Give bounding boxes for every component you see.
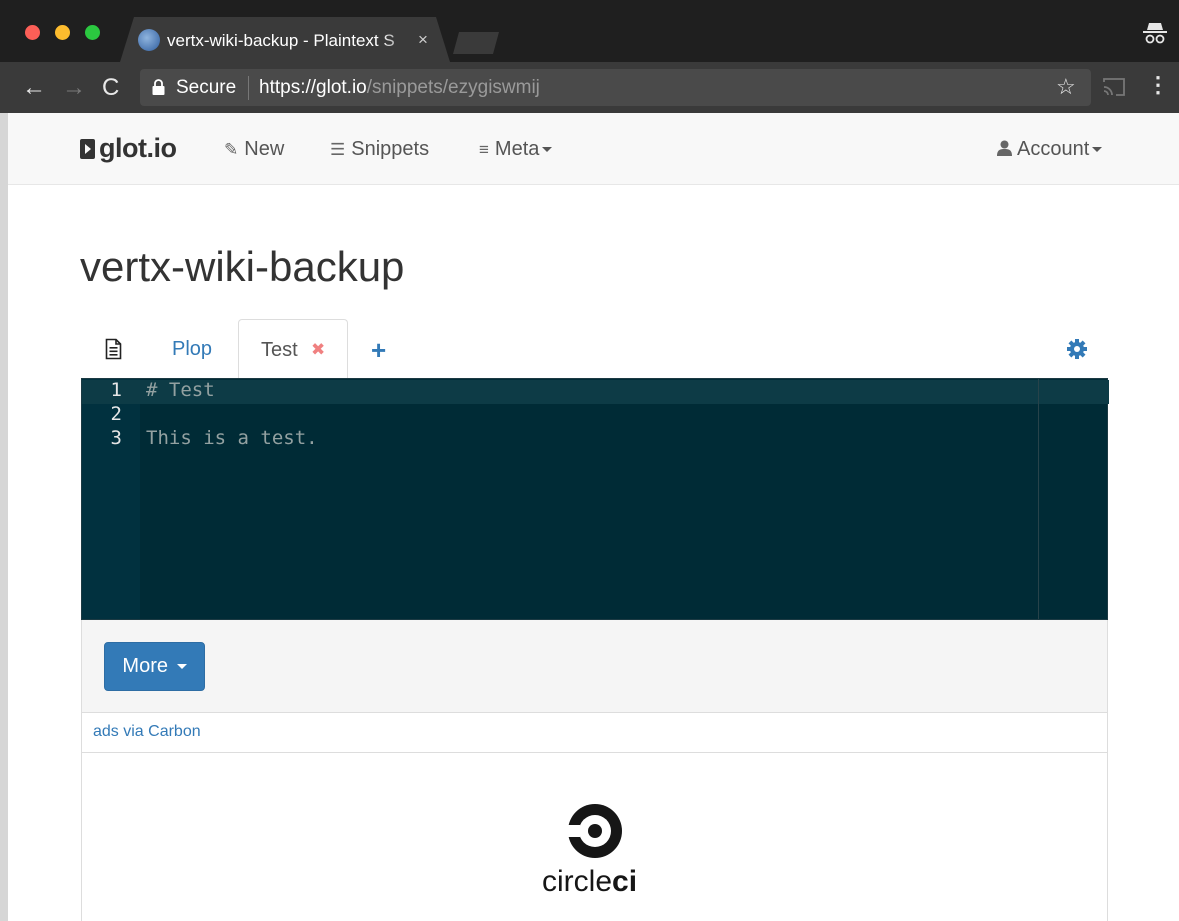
nav-account-dropdown[interactable]: Account (997, 138, 1103, 161)
new-tab-button[interactable] (453, 32, 499, 54)
brand-name: glot.io (99, 133, 177, 163)
lock-icon (152, 79, 165, 95)
caret-down-icon (176, 664, 187, 670)
close-window-button[interactable] (25, 25, 40, 40)
reload-icon[interactable]: C (102, 74, 119, 102)
editor-footer: More (81, 620, 1108, 713)
close-tab-icon[interactable]: ✖ (311, 340, 325, 360)
nav-snippets-link[interactable]: ☰ Snippets (330, 138, 429, 161)
more-dropdown-button[interactable]: More (104, 642, 205, 691)
snippet-title: vertx-wiki-backup (80, 243, 405, 290)
cast-icon[interactable] (1102, 77, 1126, 97)
incognito-icon (1143, 23, 1167, 44)
minimize-window-button[interactable] (55, 25, 70, 40)
sponsor-wordmark: circleci (542, 865, 638, 898)
tab-label: Test (261, 339, 298, 361)
code-editor[interactable]: 1 # Test 2 3 This is a test. (81, 378, 1109, 620)
glot-logo-icon (80, 139, 95, 159)
menu-icon: ≡ (479, 140, 489, 159)
list-icon: ☰ (330, 140, 346, 159)
active-line-highlight (82, 380, 1109, 404)
browser-menu-icon[interactable]: ⋮ (1147, 72, 1169, 98)
ads-via-carbon-link[interactable]: ads via Carbon (93, 723, 201, 741)
line-number: 2 (110, 403, 122, 425)
ads-header: ads via Carbon (81, 713, 1108, 753)
forward-icon[interactable]: → (62, 74, 86, 102)
line-number: 1 (110, 379, 122, 401)
circleci-logo-icon (567, 804, 622, 858)
edit-icon: ✎ (224, 140, 239, 159)
tab-plop[interactable]: Plop (172, 338, 212, 361)
tab-close-icon[interactable]: × (418, 30, 428, 50)
line-number: 3 (110, 427, 122, 449)
code-line: This is a test. (146, 427, 318, 449)
back-icon[interactable]: ← (22, 74, 46, 102)
nav-new-link[interactable]: ✎ New (224, 138, 284, 161)
add-file-button[interactable]: + (371, 335, 386, 366)
bookmark-star-icon[interactable]: ☆ (1056, 74, 1076, 100)
caret-down-icon (1092, 147, 1103, 153)
nav-meta-dropdown[interactable]: ≡ Meta (479, 138, 553, 161)
browser-titlebar: vertx-wiki-backup - Plaintext S × (0, 0, 1179, 62)
favicon-icon (138, 29, 160, 51)
file-text-icon[interactable] (105, 338, 122, 360)
tab-test[interactable]: Test ✖ (238, 319, 348, 379)
site-navbar: glot.io ✎ New ☰ Snippets ≡ Meta Account (8, 113, 1179, 185)
gear-icon[interactable] (1066, 338, 1088, 360)
browser-tab-active[interactable]: vertx-wiki-backup - Plaintext S × (120, 17, 450, 62)
code-line: # Test (146, 379, 215, 401)
secure-label: Secure (176, 77, 237, 98)
address-bar[interactable]: Secure https://glot.io/snippets/ezygiswm… (140, 69, 1091, 106)
user-icon (997, 140, 1012, 156)
browser-toolbar: ← → C Secure https://glot.io/snippets/ez… (0, 62, 1179, 113)
url-text[interactable]: https://glot.io/snippets/ezygiswmij (259, 77, 540, 99)
ad-banner[interactable]: circleci (81, 753, 1108, 921)
caret-down-icon (542, 147, 553, 153)
zoom-window-button[interactable] (85, 25, 100, 40)
